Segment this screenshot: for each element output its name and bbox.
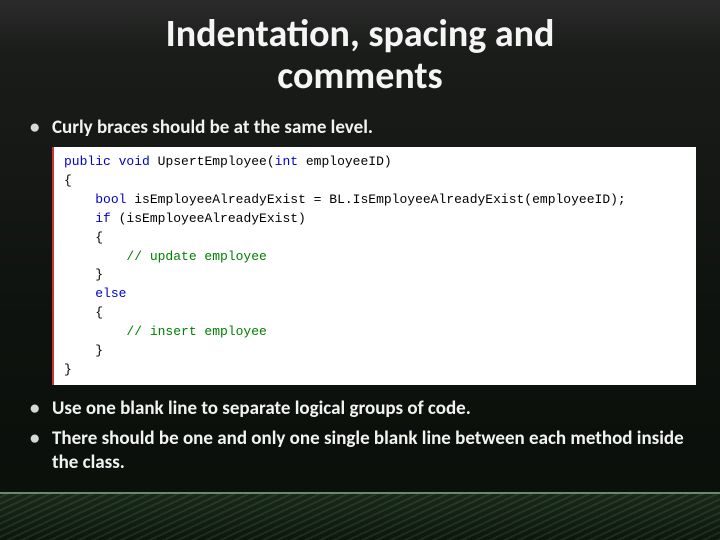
bullet-list-2: Use one blank line to separate logical g… [24,397,696,474]
title-line-1: Indentation, spacing and [166,11,555,57]
code-text: (isEmployeeAlreadyExist) [111,211,306,226]
code-kw: int [275,154,298,169]
code-text: employeeID) [298,154,392,169]
code-text: } [64,343,103,358]
code-text: { [64,173,72,188]
bullet-3: There should be one and only one single … [24,427,696,475]
code-text: UpsertEmployee( [150,154,275,169]
code-block: public void UpsertEmployee(int employeeI… [52,147,696,385]
slide-body: Curly braces should be at the same level… [0,106,720,475]
slide-title: Indentation, spacing and comments [0,0,720,106]
title-line-2: comments [277,53,442,99]
code-text: } [64,362,72,377]
code-kw: bool [95,192,126,207]
slide: Indentation, spacing and comments Curly … [0,0,720,540]
code-kw: else [95,286,126,301]
footer-decoration [0,492,720,540]
bullet-list: Curly braces should be at the same level… [24,116,696,140]
code-kw: public [64,154,111,169]
code-text: { [64,305,103,320]
bullet-1: Curly braces should be at the same level… [24,116,696,140]
code-comment: // update employee [64,249,267,264]
code-kw: if [95,211,111,226]
code-comment: // insert employee [64,324,267,339]
code-kw: void [119,154,150,169]
code-text: { [64,230,103,245]
code-text: isEmployeeAlreadyExist = BL.IsEmployeeAl… [126,192,625,207]
code-text: } [64,267,103,282]
bullet-2: Use one blank line to separate logical g… [24,397,696,421]
